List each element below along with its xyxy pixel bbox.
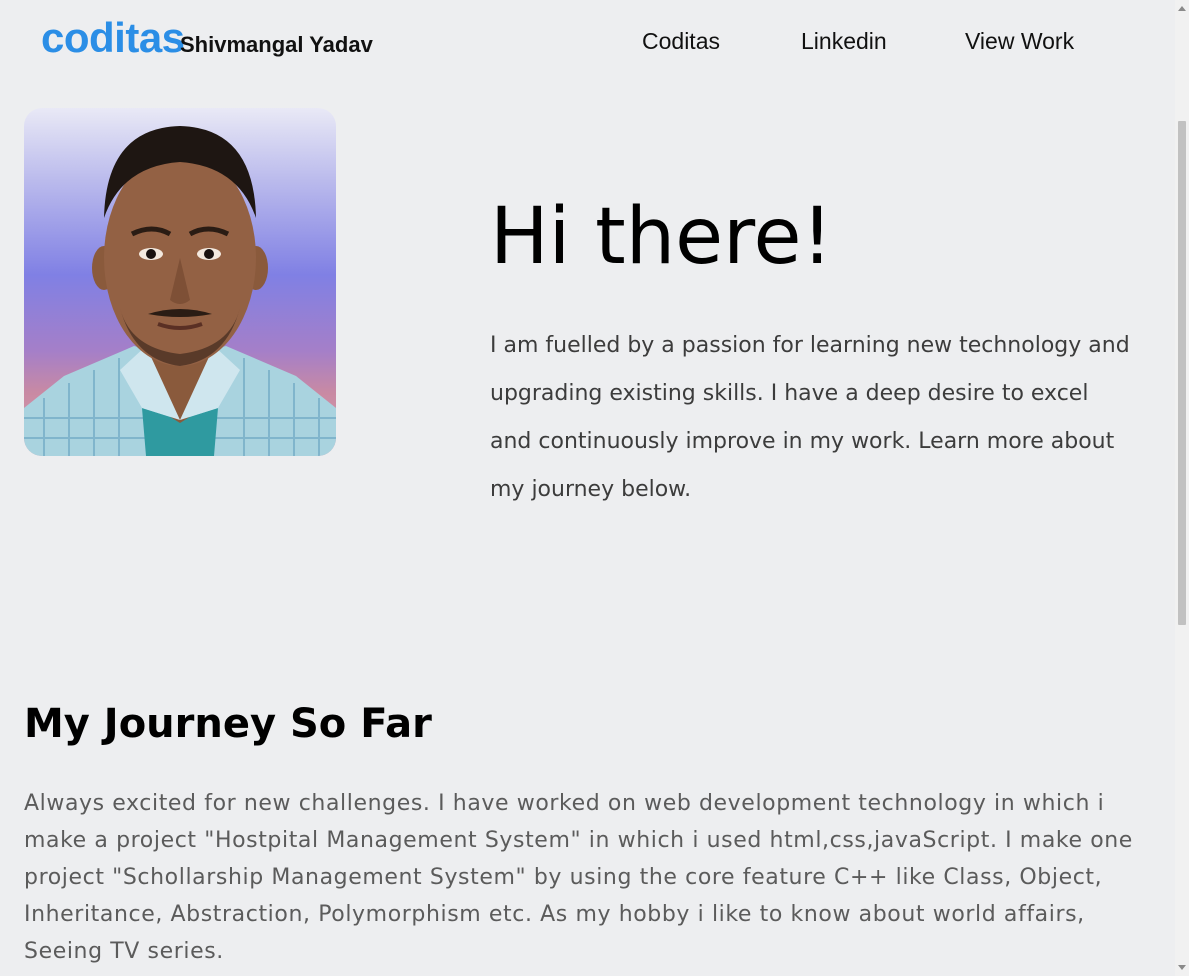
pupil-left xyxy=(146,249,156,259)
coditas-logo[interactable]: coditas xyxy=(41,14,185,62)
profile-photo xyxy=(24,108,336,456)
page: coditas Shivmangal Yadav Coditas Linkedi… xyxy=(0,0,1189,976)
pupil-right xyxy=(204,249,214,259)
journey-description: Always excited for new challenges. I hav… xyxy=(24,791,1133,964)
owner-name: Shivmangal Yadav xyxy=(180,32,373,57)
nav-link-coditas[interactable]: Coditas xyxy=(642,27,720,55)
scroll-down-arrow-icon[interactable] xyxy=(1178,965,1186,970)
nav-link-linkedin[interactable]: Linkedin xyxy=(801,27,887,55)
hero-description: I am fuelled by a passion for learning n… xyxy=(490,333,1130,502)
scrollbar-thumb[interactable] xyxy=(1178,121,1186,625)
profile-photo-illustration xyxy=(24,126,336,456)
hero-title: Hi there! xyxy=(490,192,833,282)
vertical-scrollbar[interactable] xyxy=(1175,0,1189,976)
nav-link-view-work[interactable]: View Work xyxy=(965,27,1074,55)
scroll-up-arrow-icon[interactable] xyxy=(1178,6,1186,11)
journey-title: My Journey So Far xyxy=(24,701,432,747)
